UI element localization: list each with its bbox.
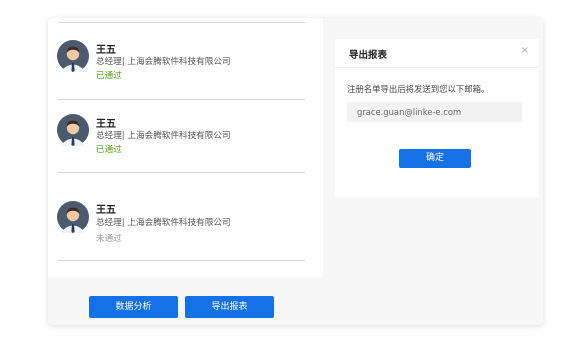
main-card: 王五 总经理| 上海会腾软件科技有限公司 已通过 王五 总经理| 上海会腾软件科… bbox=[48, 18, 543, 325]
contact-title: 总经理| 上海会腾软件科技有限公司 bbox=[96, 218, 231, 228]
list-divider bbox=[58, 260, 305, 261]
confirm-button[interactable]: 确定 bbox=[399, 149, 471, 168]
email-field[interactable] bbox=[347, 102, 522, 122]
dialog-panel: 导出报表 × 注册名单导出后将发送到您以下邮箱。 确定 bbox=[323, 18, 543, 325]
list-divider bbox=[58, 99, 305, 100]
list-item[interactable]: 王五 总经理| 上海会腾软件科技有限公司 未通过 bbox=[48, 198, 323, 258]
list-divider bbox=[58, 22, 305, 23]
status-badge: 未通过 bbox=[96, 234, 122, 244]
avatar-icon bbox=[57, 114, 89, 146]
data-analysis-button[interactable]: 数据分析 bbox=[89, 296, 178, 318]
status-badge: 已通过 bbox=[96, 145, 122, 155]
avatar-icon bbox=[57, 201, 89, 233]
contact-name: 王五 bbox=[96, 119, 116, 130]
contact-title: 总经理| 上海会腾软件科技有限公司 bbox=[96, 57, 231, 67]
list-item[interactable]: 王五 总经理| 上海会腾软件科技有限公司 已通过 bbox=[48, 36, 323, 96]
avatar-icon bbox=[57, 40, 89, 72]
contact-title: 总经理| 上海会腾软件科技有限公司 bbox=[96, 131, 231, 141]
contact-list-panel: 王五 总经理| 上海会腾软件科技有限公司 已通过 王五 总经理| 上海会腾软件科… bbox=[48, 18, 323, 325]
list-item[interactable]: 王五 总经理| 上海会腾软件科技有限公司 已通过 bbox=[48, 110, 323, 170]
list-divider bbox=[58, 172, 305, 173]
dialog-header: 导出报表 × bbox=[335, 39, 539, 68]
status-badge: 已通过 bbox=[96, 71, 122, 81]
contact-name: 王五 bbox=[96, 205, 116, 216]
export-report-button[interactable]: 导出报表 bbox=[185, 296, 274, 318]
close-icon[interactable]: × bbox=[521, 45, 529, 56]
dialog-title: 导出报表 bbox=[349, 50, 388, 61]
action-bar: 数据分析 导出报表 bbox=[48, 277, 323, 325]
dialog-description: 注册名单导出后将发送到您以下邮箱。 bbox=[347, 84, 490, 94]
contact-name: 王五 bbox=[96, 45, 116, 56]
export-dialog: 导出报表 × 注册名单导出后将发送到您以下邮箱。 确定 bbox=[335, 39, 539, 197]
